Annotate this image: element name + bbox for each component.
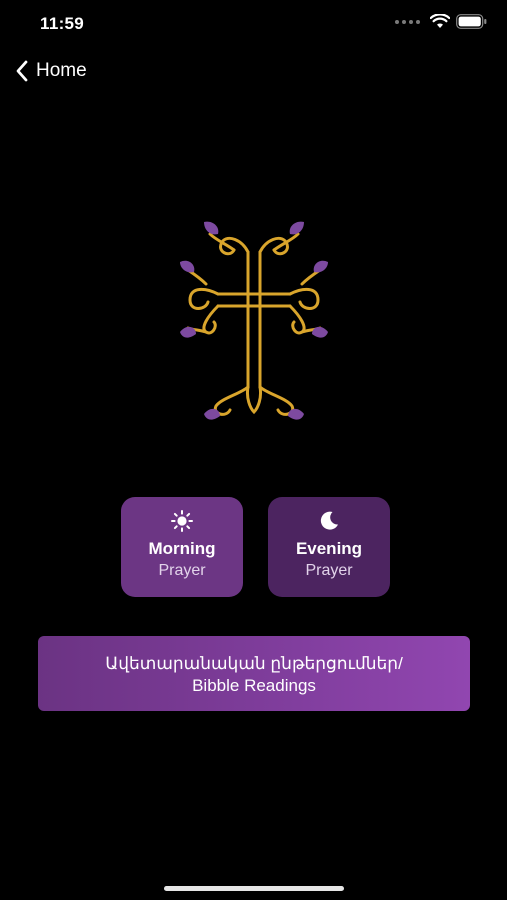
bible-readings-button[interactable]: Ավետարանական ընթերցումներ/ Bibble Readin… (38, 636, 470, 711)
wifi-icon (430, 14, 450, 28)
bible-readings-label-armenian: Ավետարանական ընթերցումներ/ (105, 654, 403, 673)
sun-icon (171, 510, 193, 532)
bible-readings-label-english: Bibble Readings (192, 676, 316, 695)
chevron-left-icon (16, 60, 28, 82)
morning-prayer-title: Morning (148, 539, 216, 558)
evening-prayer-title: Evening (295, 539, 363, 558)
back-button[interactable]: Home (14, 56, 87, 86)
morning-prayer-button[interactable]: Morning Prayer (121, 497, 243, 597)
back-button-label: Home (36, 60, 87, 81)
evening-prayer-button[interactable]: Evening Prayer (268, 497, 390, 597)
status-icons (395, 14, 487, 29)
morning-prayer-subtitle: Prayer (158, 562, 206, 579)
armenian-cross-icon (180, 221, 328, 420)
evening-prayer-subtitle: Prayer (305, 562, 353, 579)
status-bar: 11:59 (0, 0, 507, 50)
status-time: 11:59 (40, 14, 85, 33)
moon-icon (320, 511, 338, 530)
signal-icon (395, 19, 420, 24)
battery-icon (456, 14, 487, 29)
home-indicator[interactable] (164, 886, 344, 891)
